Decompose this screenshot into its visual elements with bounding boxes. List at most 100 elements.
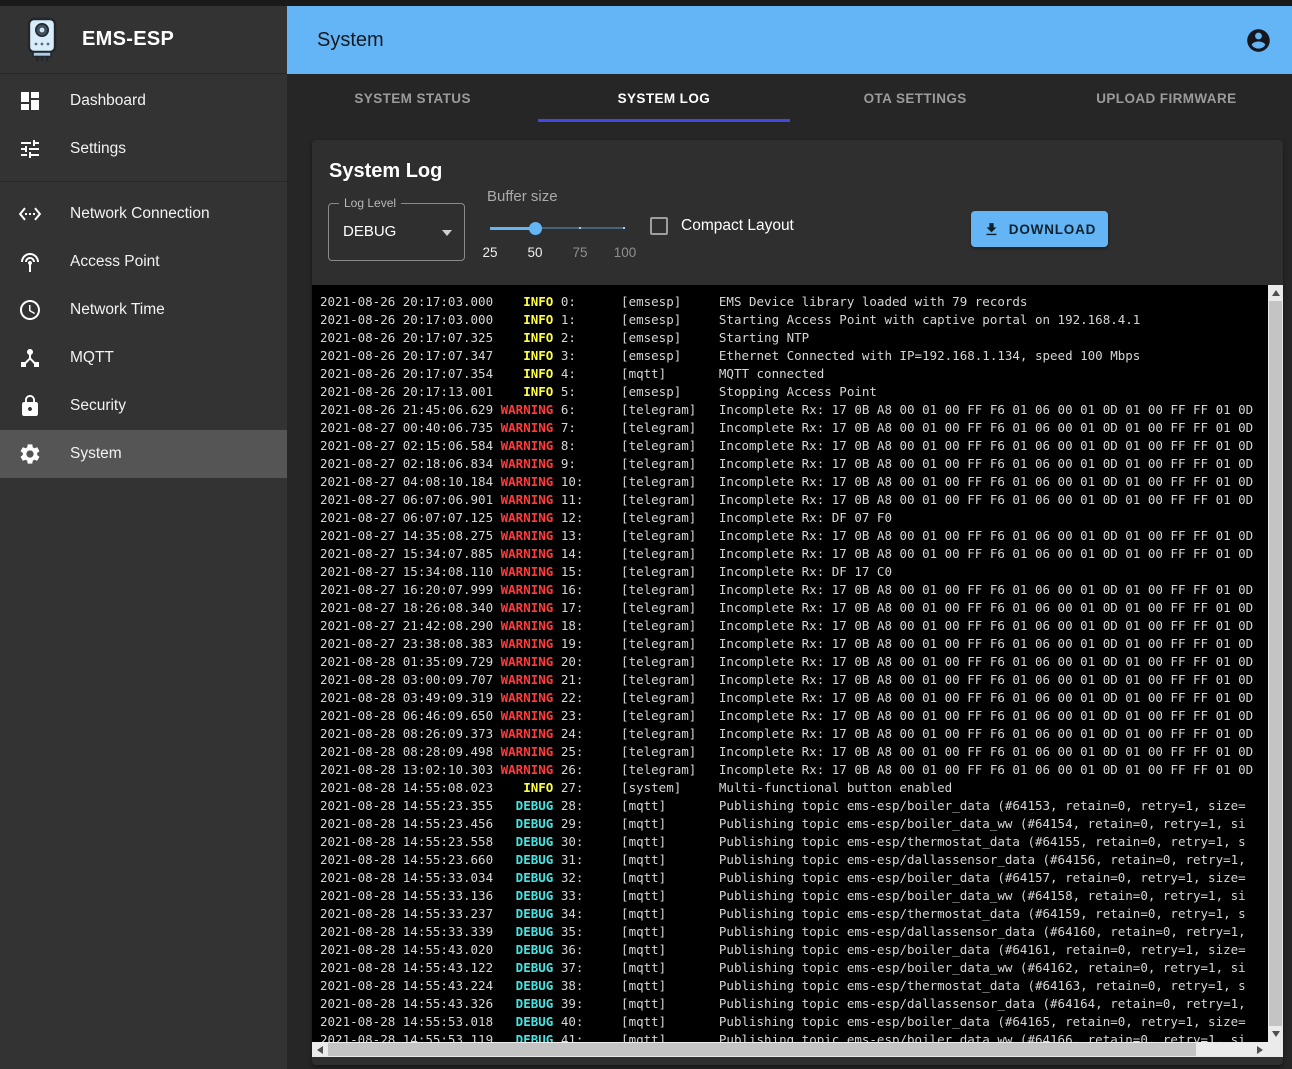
scroll-right-button[interactable] bbox=[1252, 1042, 1268, 1057]
log-line: 2021-08-26 21:45:06.629 WARNING 6: [tele… bbox=[320, 401, 1268, 419]
sidebar-divider bbox=[0, 181, 287, 182]
scrollbar-corner bbox=[1268, 1042, 1283, 1057]
tab-system-log[interactable]: SYSTEM LOG bbox=[538, 74, 789, 122]
triangle-up-icon bbox=[1272, 290, 1280, 296]
sidebar-item-system[interactable]: System bbox=[0, 430, 287, 478]
log-line: 2021-08-26 20:17:03.000 INFO 1: [emsesp]… bbox=[320, 311, 1268, 329]
boiler-logo-icon bbox=[24, 17, 60, 63]
log-line: 2021-08-27 06:07:07.125 WARNING 12: [tel… bbox=[320, 509, 1268, 527]
download-icon bbox=[983, 221, 1000, 238]
sidebar-item-label: System bbox=[70, 445, 122, 463]
clock-icon bbox=[18, 298, 42, 322]
log-line: 2021-08-27 06:07:06.901 WARNING 11: [tel… bbox=[320, 491, 1268, 509]
triangle-right-icon bbox=[1257, 1046, 1263, 1054]
app-root: EMS-ESP Dashboard Settings Network Conne… bbox=[0, 0, 1292, 1069]
buffer-size-label: Buffer size bbox=[487, 188, 647, 205]
log-line: 2021-08-28 13:02:10.303 WARNING 26: [tel… bbox=[320, 761, 1268, 779]
vertical-scroll-thumb[interactable] bbox=[1269, 301, 1282, 1026]
triangle-down-icon bbox=[1272, 1031, 1280, 1037]
tab-label: OTA SETTINGS bbox=[864, 91, 967, 106]
horizontal-scroll-track[interactable] bbox=[1196, 1042, 1252, 1057]
triangle-left-icon bbox=[317, 1046, 323, 1054]
log-line: 2021-08-28 14:55:53.018 DEBUG 40: [mqtt]… bbox=[320, 1013, 1268, 1031]
log-line: 2021-08-27 23:38:08.383 WARNING 19: [tel… bbox=[320, 635, 1268, 653]
horizontal-scrollbar[interactable] bbox=[312, 1042, 1268, 1057]
horizontal-scroll-thumb[interactable] bbox=[328, 1043, 1196, 1056]
sidebar-item-access-point[interactable]: Access Point bbox=[0, 238, 287, 286]
log-line: 2021-08-26 20:17:13.001 INFO 5: [emsesp]… bbox=[320, 383, 1268, 401]
tab-upload-firmware[interactable]: UPLOAD FIRMWARE bbox=[1041, 74, 1292, 122]
log-level-value: DEBUG bbox=[343, 223, 396, 240]
tab-label: SYSTEM STATUS bbox=[354, 91, 470, 106]
log-line: 2021-08-27 02:15:06.584 WARNING 8: [tele… bbox=[320, 437, 1268, 455]
buffer-size-control: Buffer size 25 50 75 100 bbox=[487, 188, 647, 261]
log-line: 2021-08-26 20:17:03.000 INFO 0: [emsesp]… bbox=[320, 293, 1268, 311]
app-brand: EMS-ESP bbox=[0, 6, 287, 74]
scroll-left-button[interactable] bbox=[312, 1042, 328, 1057]
sidebar-item-label: Dashboard bbox=[70, 92, 146, 110]
sidebar-item-label: Settings bbox=[70, 140, 126, 158]
page-title: System bbox=[317, 29, 1245, 52]
sidebar-item-label: Access Point bbox=[70, 253, 160, 271]
log-line: 2021-08-28 14:55:43.326 DEBUG 39: [mqtt]… bbox=[320, 995, 1268, 1013]
account-circle-icon[interactable] bbox=[1245, 27, 1272, 54]
lock-icon bbox=[18, 394, 42, 418]
slider-mark-label: 25 bbox=[482, 245, 497, 260]
compact-layout-checkbox[interactable]: Compact Layout bbox=[650, 217, 794, 235]
log-line: 2021-08-28 14:55:23.456 DEBUG 29: [mqtt]… bbox=[320, 815, 1268, 833]
tab-system-status[interactable]: SYSTEM STATUS bbox=[287, 74, 538, 122]
main-area: System SYSTEM STATUS SYSTEM LOG OTA SETT… bbox=[287, 6, 1292, 1069]
app-header: System bbox=[287, 6, 1292, 74]
device-hub-icon bbox=[18, 346, 42, 370]
sidebar-item-security[interactable]: Security bbox=[0, 382, 287, 430]
log-line: 2021-08-28 14:55:43.020 DEBUG 36: [mqtt]… bbox=[320, 941, 1268, 959]
sidebar-item-settings[interactable]: Settings bbox=[0, 125, 287, 173]
log-line: 2021-08-28 08:26:09.373 WARNING 24: [tel… bbox=[320, 725, 1268, 743]
log-line: 2021-08-28 14:55:43.224 DEBUG 38: [mqtt]… bbox=[320, 977, 1268, 995]
log-line: 2021-08-27 02:18:06.834 WARNING 9: [tele… bbox=[320, 455, 1268, 473]
sidebar-item-label: Network Time bbox=[70, 301, 165, 319]
log-line: 2021-08-28 03:00:09.707 WARNING 21: [tel… bbox=[320, 671, 1268, 689]
vertical-scrollbar[interactable] bbox=[1268, 285, 1283, 1042]
sidebar-item-network-time[interactable]: Network Time bbox=[0, 286, 287, 334]
sidebar-item-dashboard[interactable]: Dashboard bbox=[0, 77, 287, 125]
log-line: 2021-08-28 06:46:09.650 WARNING 23: [tel… bbox=[320, 707, 1268, 725]
tab-label: SYSTEM LOG bbox=[618, 91, 711, 106]
log-line: 2021-08-28 14:55:53.119 DEBUG 41: [mqtt]… bbox=[320, 1031, 1268, 1042]
slider-mark-label: 100 bbox=[614, 245, 637, 260]
log-line: 2021-08-27 04:08:10.184 WARNING 10: [tel… bbox=[320, 473, 1268, 491]
scroll-up-button[interactable] bbox=[1268, 285, 1283, 301]
download-button[interactable]: DOWNLOAD bbox=[971, 211, 1108, 247]
log-line: 2021-08-27 21:42:08.290 WARNING 18: [tel… bbox=[320, 617, 1268, 635]
app-title: EMS-ESP bbox=[82, 28, 174, 51]
log-line: 2021-08-28 14:55:33.339 DEBUG 35: [mqtt]… bbox=[320, 923, 1268, 941]
slider-mark-label: 75 bbox=[572, 245, 587, 260]
log-level-select[interactable]: Log Level DEBUG bbox=[328, 203, 465, 261]
sidebar-item-label: Security bbox=[70, 397, 126, 415]
log-line: 2021-08-28 01:35:09.729 WARNING 20: [tel… bbox=[320, 653, 1268, 671]
log-level-label: Log Level bbox=[339, 196, 401, 210]
tab-label: UPLOAD FIRMWARE bbox=[1096, 91, 1236, 106]
log-console: 2021-08-26 20:17:03.000 INFO 0: [emsesp]… bbox=[312, 285, 1283, 1057]
slider-labels: 25 50 75 100 bbox=[490, 245, 625, 261]
ethernet-icon bbox=[18, 202, 42, 226]
log-line: 2021-08-28 14:55:23.558 DEBUG 30: [mqtt]… bbox=[320, 833, 1268, 851]
active-tab-indicator bbox=[538, 119, 789, 122]
buffer-size-slider[interactable] bbox=[490, 215, 625, 241]
sidebar-item-network-connection[interactable]: Network Connection bbox=[0, 190, 287, 238]
sidebar-item-mqtt[interactable]: MQTT bbox=[0, 334, 287, 382]
tab-ota-settings[interactable]: OTA SETTINGS bbox=[790, 74, 1041, 122]
log-line: 2021-08-27 16:20:07.999 WARNING 16: [tel… bbox=[320, 581, 1268, 599]
download-button-label: DOWNLOAD bbox=[1009, 222, 1096, 237]
log-line: 2021-08-28 14:55:23.660 DEBUG 31: [mqtt]… bbox=[320, 851, 1268, 869]
gear-icon bbox=[18, 442, 42, 466]
checkbox-icon[interactable] bbox=[650, 217, 668, 235]
sidebar-item-label: MQTT bbox=[70, 349, 114, 367]
slider-mark-label: 50 bbox=[527, 245, 542, 260]
log-line: 2021-08-27 15:34:07.885 WARNING 14: [tel… bbox=[320, 545, 1268, 563]
tab-bar: SYSTEM STATUS SYSTEM LOG OTA SETTINGS UP… bbox=[287, 74, 1292, 122]
chevron-down-icon bbox=[442, 230, 452, 236]
scroll-down-button[interactable] bbox=[1268, 1026, 1283, 1042]
slider-thumb[interactable] bbox=[529, 222, 542, 235]
log-line: 2021-08-26 20:17:07.347 INFO 3: [emsesp]… bbox=[320, 347, 1268, 365]
